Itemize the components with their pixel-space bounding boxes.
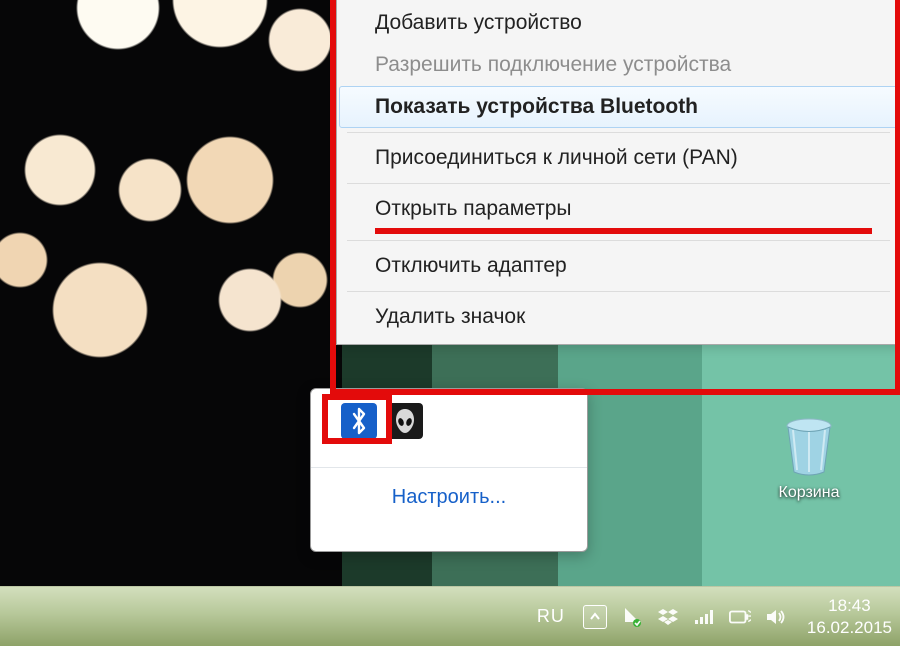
taskbar-clock[interactable]: 18:43 16.02.2015 [807,595,892,638]
power-icon[interactable] [729,606,751,628]
recycle-bin-label: Корзина [779,484,840,501]
taskbar: RU 18:43 16.02.2015 [0,586,900,646]
dropbox-icon[interactable] [657,606,679,628]
clock-date: 16.02.2015 [807,617,892,638]
recycle-bin-icon [764,416,854,478]
tray-customize-link[interactable]: Настроить... [311,468,587,527]
menu-separator [347,183,890,184]
volume-icon[interactable] [765,606,787,628]
taskbar-language-indicator[interactable]: RU [537,606,565,627]
menu-separator [347,132,890,133]
menu-item-open-settings[interactable]: Открыть параметры [339,188,898,230]
menu-item-show-devices[interactable]: Показать устройства Bluetooth [339,86,898,128]
annotation-bluetooth-highlight [322,394,392,444]
menu-item-remove-icon[interactable]: Удалить значок [339,296,898,338]
recycle-bin[interactable]: Корзина [764,416,854,502]
bluetooth-context-menu: Добавить устройство Разрешить подключени… [336,0,900,345]
menu-item-add-device[interactable]: Добавить устройство [339,2,898,44]
network-icon[interactable] [693,606,715,628]
action-center-icon[interactable] [621,606,643,628]
menu-item-disable-adapter[interactable]: Отключить адаптер [339,245,898,287]
tray-alienware-icon[interactable] [387,403,423,439]
menu-separator [347,291,890,292]
clock-time: 18:43 [807,595,892,616]
tray-show-hidden-icons[interactable] [583,605,607,629]
annotation-underline [375,228,872,234]
menu-separator [347,240,890,241]
menu-item-allow-connection: Разрешить подключение устройства [339,44,898,86]
menu-item-join-pan[interactable]: Присоединиться к личной сети (PAN) [339,137,898,179]
